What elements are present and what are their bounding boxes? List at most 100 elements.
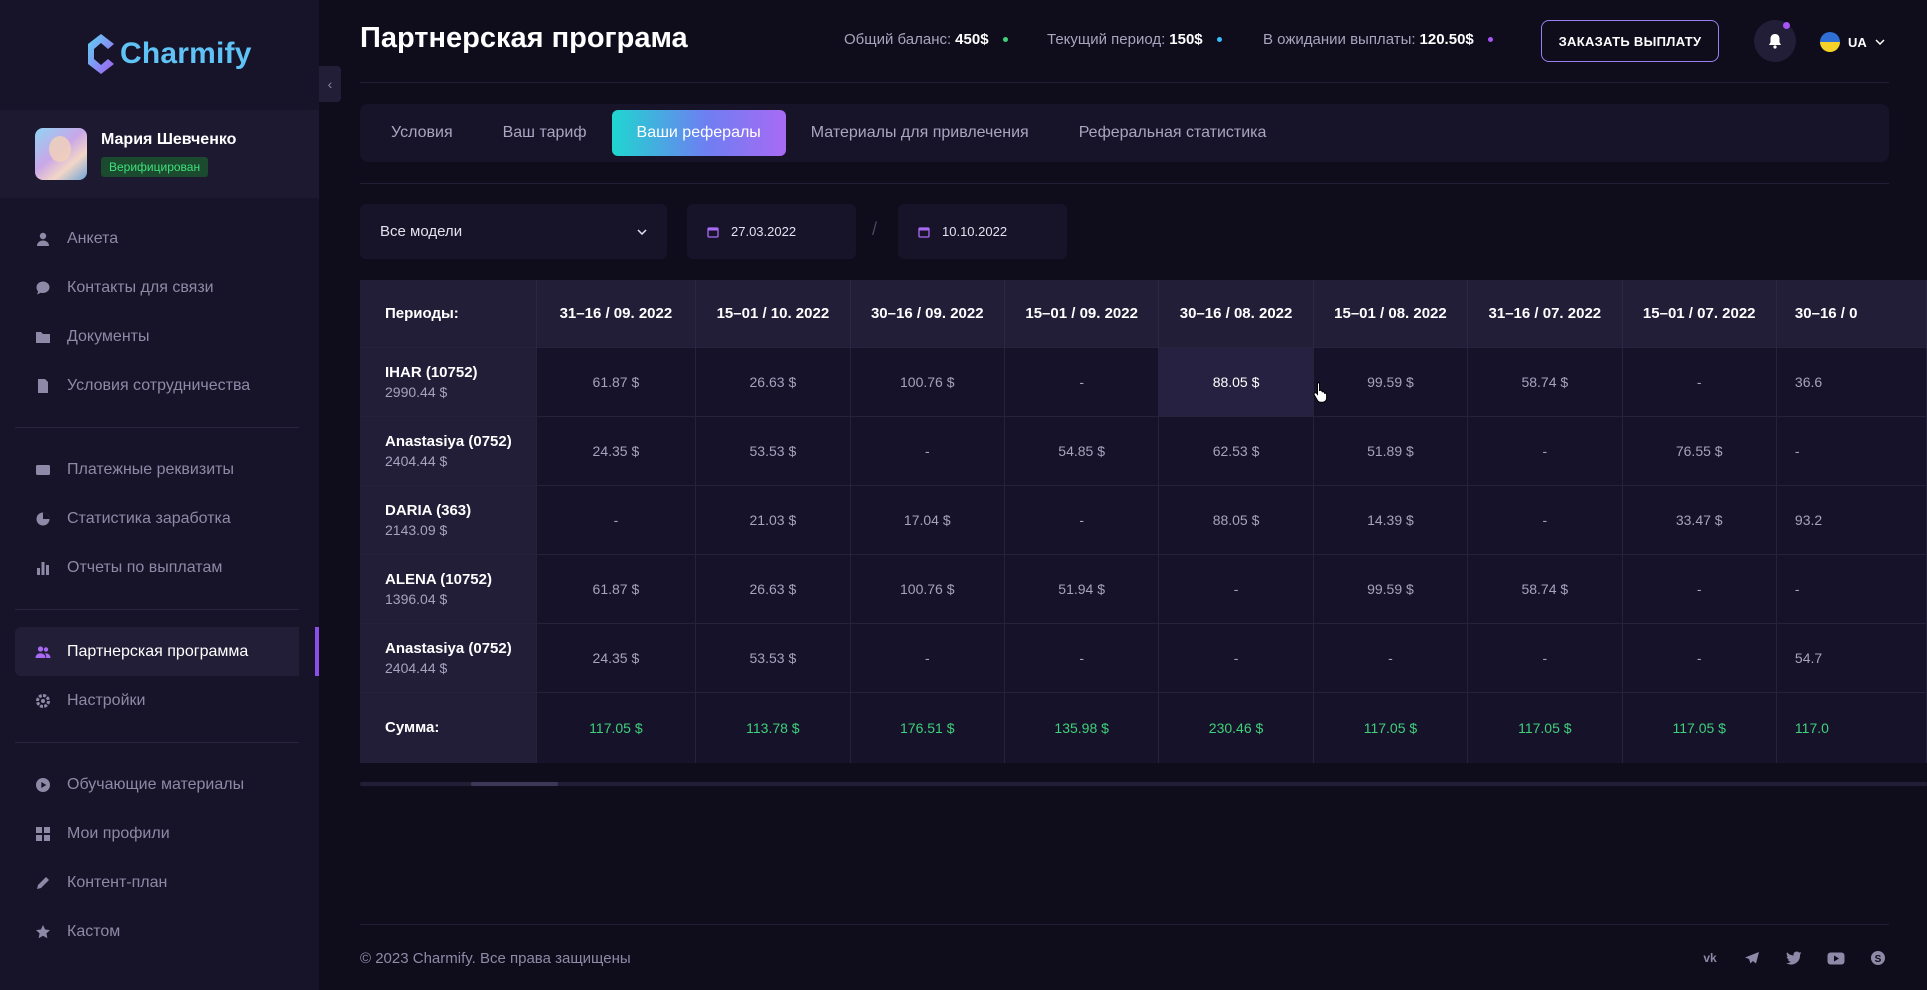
model-select[interactable]: Все модели [360, 204, 667, 259]
table-cell[interactable]: - [1004, 622, 1160, 692]
status-dot [1002, 37, 1008, 42]
notifications-button[interactable] [1754, 20, 1796, 62]
skype-icon[interactable]: S [1868, 948, 1888, 968]
table-cell[interactable]: - [1467, 415, 1623, 485]
telegram-icon[interactable] [1742, 948, 1762, 968]
table-cell[interactable]: 61.87 $ [536, 553, 697, 623]
table-cell[interactable]: - [1313, 622, 1469, 692]
referrals-table: Периоды: 31–16 / 09. 2022 15–01 / 10. 20… [360, 280, 1927, 763]
table-row[interactable]: ALENA (10752) 1396.04 $ 61.87 $26.63 $100.… [360, 553, 1927, 623]
table-cell[interactable]: - [850, 622, 1005, 692]
sidebar-item-documents[interactable]: Документы [15, 312, 299, 361]
table-row[interactable]: Anastasiya (0752) 2404.44 $ 24.35 $53.53 $… [360, 622, 1927, 692]
table-cell[interactable]: 53.53 $ [695, 622, 851, 692]
bar-chart-icon [35, 560, 51, 576]
tab-your-tariff[interactable]: Ваш тариф [478, 110, 612, 156]
sum-row: Сумма: 117.05 $ 113.78 $ 176.51 $ 135.98… [360, 691, 1927, 763]
date-to-input[interactable]: 10.10.2022 [898, 204, 1067, 259]
sidebar-item-label: Партнерская программа [67, 642, 249, 660]
table-cell[interactable]: - [1622, 346, 1777, 416]
table-row[interactable]: Anastasiya (0752) 2404.44 $ 24.35 $53.53 $… [360, 415, 1927, 485]
order-payout-button[interactable]: ЗАКАЗАТЬ ВЫПЛАТУ [1541, 20, 1719, 62]
sidebar-item-terms[interactable]: Условия сотрудничества [15, 361, 299, 410]
tab-your-referrals[interactable]: Ваши рефералы [611, 110, 786, 156]
sidebar-item-settings[interactable]: Настройки [15, 676, 299, 725]
tab-promo-materials[interactable]: Материалы для привлечения [786, 110, 1054, 156]
table-cell[interactable]: 17.04 $ [850, 484, 1005, 554]
tab-referral-stats[interactable]: Реферальная статистика [1054, 110, 1292, 156]
table-cell[interactable]: 93.2 [1776, 484, 1927, 554]
table-cell[interactable]: 61.87 $ [536, 346, 697, 416]
page-title: Партнерская програма [360, 22, 688, 54]
table-cell[interactable]: - [850, 415, 1005, 485]
table-cell[interactable]: 36.6 [1776, 346, 1927, 416]
sidebar-item-payment-details[interactable]: Платежные реквизиты [15, 445, 299, 494]
table-cell[interactable]: - [1622, 622, 1777, 692]
table-cell[interactable]: 100.76 $ [850, 346, 1005, 416]
table-cell[interactable]: - [1158, 622, 1314, 692]
tab-conditions[interactable]: Условия [366, 110, 478, 156]
table-cell[interactable]: - [1776, 553, 1927, 623]
table-cell[interactable]: - [1158, 553, 1314, 623]
table-cell[interactable]: 88.05 $ [1158, 484, 1314, 554]
table-header-row: Периоды: 31–16 / 09. 2022 15–01 / 10. 20… [360, 280, 1927, 347]
table-cell[interactable]: 54.7 [1776, 622, 1927, 692]
logo[interactable]: Charmify [86, 32, 252, 76]
table-cell[interactable]: 76.55 $ [1622, 415, 1777, 485]
sidebar-item-my-profiles[interactable]: Мои профили [15, 809, 299, 858]
sum-cell: 135.98 $ [1004, 691, 1160, 763]
table-row[interactable]: DARIA (363) 2143.09 $ -21.03 $17.04 $ -88.0… [360, 484, 1927, 554]
table-cell[interactable]: 14.39 $ [1313, 484, 1469, 554]
twitter-icon[interactable] [1784, 948, 1804, 968]
sidebar-item-training[interactable]: Обучающие материалы [15, 760, 299, 809]
table-cell[interactable]: 62.53 $ [1158, 415, 1314, 485]
sidebar-item-earnings-stats[interactable]: Статистика заработка [15, 494, 299, 543]
referral-total: 1396.04 $ [385, 590, 448, 607]
table-cell[interactable]: 51.94 $ [1004, 553, 1160, 623]
vk-icon[interactable]: vk [1700, 948, 1720, 968]
collapse-sidebar-button[interactable]: ‹ [319, 66, 341, 102]
table-cell[interactable]: 58.74 $ [1467, 553, 1623, 623]
table-cell[interactable]: 24.35 $ [536, 415, 697, 485]
column-header: 15–01 / 09. 2022 [1004, 280, 1160, 347]
table-cell[interactable]: 26.63 $ [695, 553, 851, 623]
table-cell[interactable]: 58.74 $ [1467, 346, 1623, 416]
table-cell[interactable]: 54.85 $ [1004, 415, 1160, 485]
table-cell[interactable]: 99.59 $ [1313, 553, 1469, 623]
table-cell[interactable]: 51.89 $ [1313, 415, 1469, 485]
language-select[interactable]: UA [1820, 32, 1885, 52]
horizontal-scrollbar[interactable] [360, 782, 1927, 786]
table-cell[interactable]: - [1467, 484, 1623, 554]
table-cell[interactable]: - [1004, 484, 1160, 554]
sidebar: Charmify Мария Шевченко Верифицирован Ан… [0, 0, 319, 990]
table-cell[interactable]: 24.35 $ [536, 622, 697, 692]
referrals-table-container[interactable]: Периоды: 31–16 / 09. 2022 15–01 / 10. 20… [360, 280, 1927, 764]
table-row[interactable]: IHAR (10752) 2990.44 $ 61.87 $26.63 $100.7… [360, 346, 1927, 416]
date-from-input[interactable]: 27.03.2022 [687, 204, 856, 259]
sidebar-item-payout-reports[interactable]: Отчеты по выплатам [15, 543, 299, 592]
sidebar-item-content-plan[interactable]: Контент-план [15, 858, 299, 907]
table-cell[interactable]: - [1622, 553, 1777, 623]
table-cell[interactable]: - [1467, 622, 1623, 692]
youtube-icon[interactable] [1826, 948, 1846, 968]
table-cell[interactable]: 33.47 $ [1622, 484, 1777, 554]
table-cell[interactable]: 88.05 $ [1158, 346, 1314, 416]
period-label: Текущий период: [1047, 31, 1166, 48]
sidebar-item-label: Контакты для связи [67, 278, 214, 296]
sidebar-item-anketa[interactable]: Анкета [15, 214, 299, 263]
referral-label-cell: IHAR (10752) 2990.44 $ [360, 346, 537, 416]
table-cell[interactable]: 100.76 $ [850, 553, 1005, 623]
sidebar-item-contacts[interactable]: Контакты для связи [15, 263, 299, 312]
table-cell[interactable]: 21.03 $ [695, 484, 851, 554]
scrollbar-thumb[interactable] [471, 782, 558, 786]
user-profile[interactable]: Мария Шевченко Верифицирован [0, 110, 319, 198]
table-cell[interactable]: - [536, 484, 697, 554]
table-cell[interactable]: - [1004, 346, 1160, 416]
table-cell[interactable]: 53.53 $ [695, 415, 851, 485]
sidebar-item-custom[interactable]: Кастом [15, 907, 299, 956]
sidebar-item-partner-program[interactable]: Партнерская программа [15, 627, 319, 676]
table-cell[interactable]: - [1776, 415, 1927, 485]
table-cell[interactable]: 99.59 $ [1313, 346, 1469, 416]
table-cell[interactable]: 26.63 $ [695, 346, 851, 416]
users-icon [35, 644, 51, 660]
